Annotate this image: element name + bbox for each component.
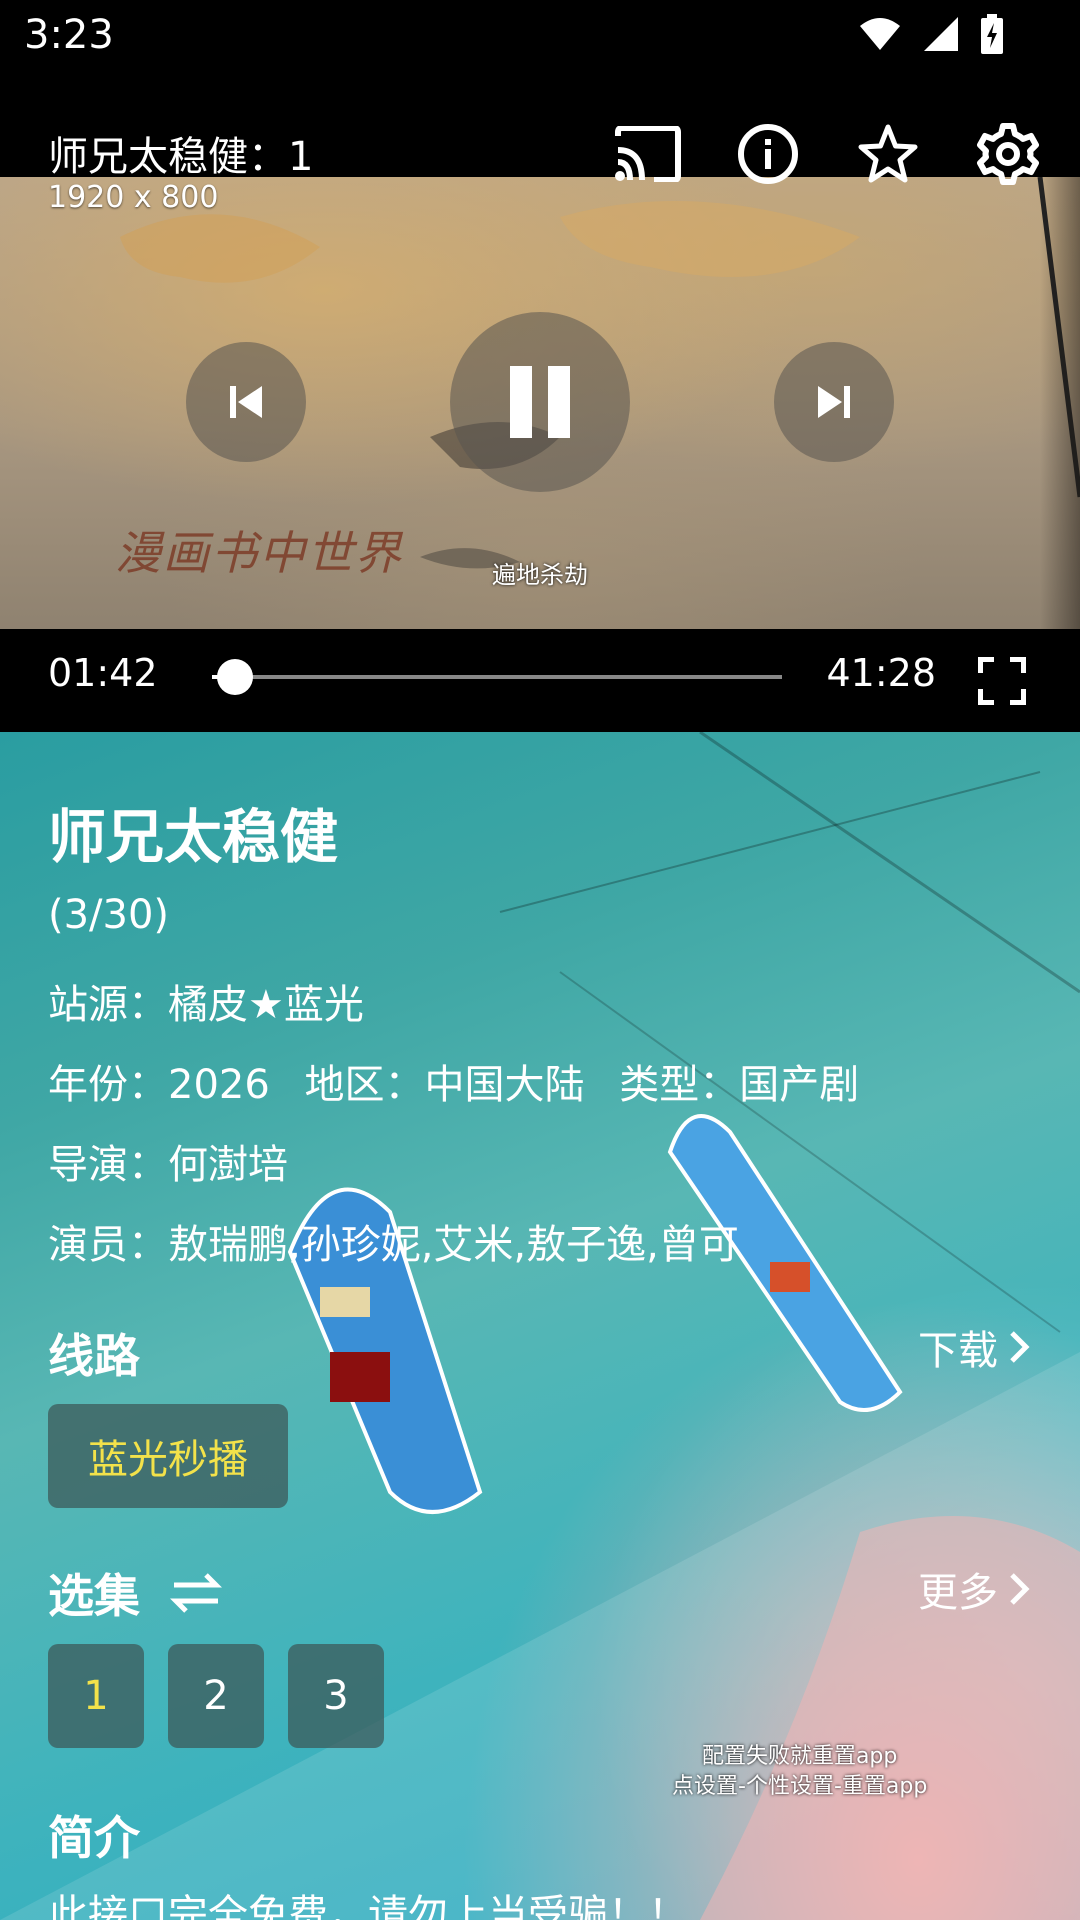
meta-line: 年份：2026 地区：中国大陆 类型：国产剧 [48,1052,859,1110]
more-episodes-link[interactable]: 更多 [918,1560,1032,1618]
episode-chip-label: 1 [83,1673,109,1719]
star-icon [858,124,918,183]
routes-label: 线路 [48,1329,140,1383]
total-time: 41:28 [826,651,936,695]
wifi-icon [860,18,900,50]
intro-text: 此接口完全免费，请勿上当受骗！！ [48,1892,688,1920]
sort-swap-icon[interactable] [170,1571,222,1615]
previous-button[interactable] [186,342,306,462]
video-resolution: 1920 x 800 [48,180,219,215]
more-label: 更多 [918,1570,998,1616]
cast-line: 演员：敖瑞鹏,孙珍妮,艾米,敖子逸,曾可 [48,1222,739,1268]
status-bar: 3:23 [0,0,1080,72]
episode-chip-label: 2 [203,1673,229,1719]
settings-icon [977,123,1039,185]
year: 年份：2026 [48,1062,270,1108]
episode-chip-3[interactable]: 3 [288,1644,384,1748]
overlay-line-2: 点设置-个性设置-重置app [672,1774,928,1799]
show-title: 师兄太稳健 [48,803,339,871]
status-time: 3:23 [24,12,114,58]
skip-previous-icon [230,386,262,418]
episodes-label: 选集 [48,1569,140,1623]
download-link[interactable]: 下载 [918,1318,1032,1376]
player-bottom-bar: 01:42 41:28 [0,629,1080,732]
region: 地区：中国大陆 [304,1062,585,1108]
episode-title: 师兄太稳健：1 [48,134,314,180]
fullscreen-button[interactable] [964,643,1040,719]
settings-button[interactable] [974,120,1042,188]
details-panel[interactable]: 配置失败就重置app 点设置-个性设置-重置app 师兄太稳健 (3/30) 站… [0,732,1080,1920]
video-player[interactable]: 漫画书中世界 遍地杀劫 师兄太稳健：1 1920 x 800 01:42 41:… [0,72,1080,732]
chevron-right-icon [1010,1331,1030,1363]
battery-charging-icon [981,14,1003,54]
video-caption: 遍地杀劫 [492,561,588,589]
player-top-actions [614,120,1042,188]
intro-label: 简介 [48,1811,140,1865]
episodes-header: 选集 [48,1560,222,1626]
pause-icon [510,366,570,438]
cast-icon [615,126,681,182]
next-button[interactable] [774,342,894,462]
fullscreen-icon [978,657,1026,705]
current-time: 01:42 [48,651,158,695]
episode-chip-label: 3 [323,1673,349,1719]
cast-button[interactable] [614,120,682,188]
episode-chip-1[interactable]: 1 [48,1644,144,1748]
background-overlay-text: 配置失败就重置app 点设置-个性设置-重置app [672,1742,927,1802]
status-icons [858,14,1004,54]
skip-next-icon [818,386,850,418]
cellular-icon [924,17,958,51]
info-button[interactable] [734,120,802,188]
download-label: 下载 [918,1328,998,1374]
pause-button[interactable] [450,312,630,492]
director-line: 导演：何澍培 [48,1142,288,1188]
genre: 类型：国产剧 [619,1062,860,1108]
favorite-button[interactable] [854,120,922,188]
episode-count: (3/30) [48,892,170,938]
chevron-right-icon [1010,1573,1030,1605]
seek-bar[interactable] [212,659,782,695]
source-line: 站源：橘皮★蓝光 [48,982,364,1028]
seek-thumb[interactable] [217,659,254,695]
episode-chip-2[interactable]: 2 [168,1644,264,1748]
overlay-line-1: 配置失败就重置app [701,1744,898,1769]
route-chip-label: 蓝光秒播 [88,1437,248,1483]
route-chip-bluray[interactable]: 蓝光秒播 [48,1404,288,1508]
info-icon [738,124,798,184]
